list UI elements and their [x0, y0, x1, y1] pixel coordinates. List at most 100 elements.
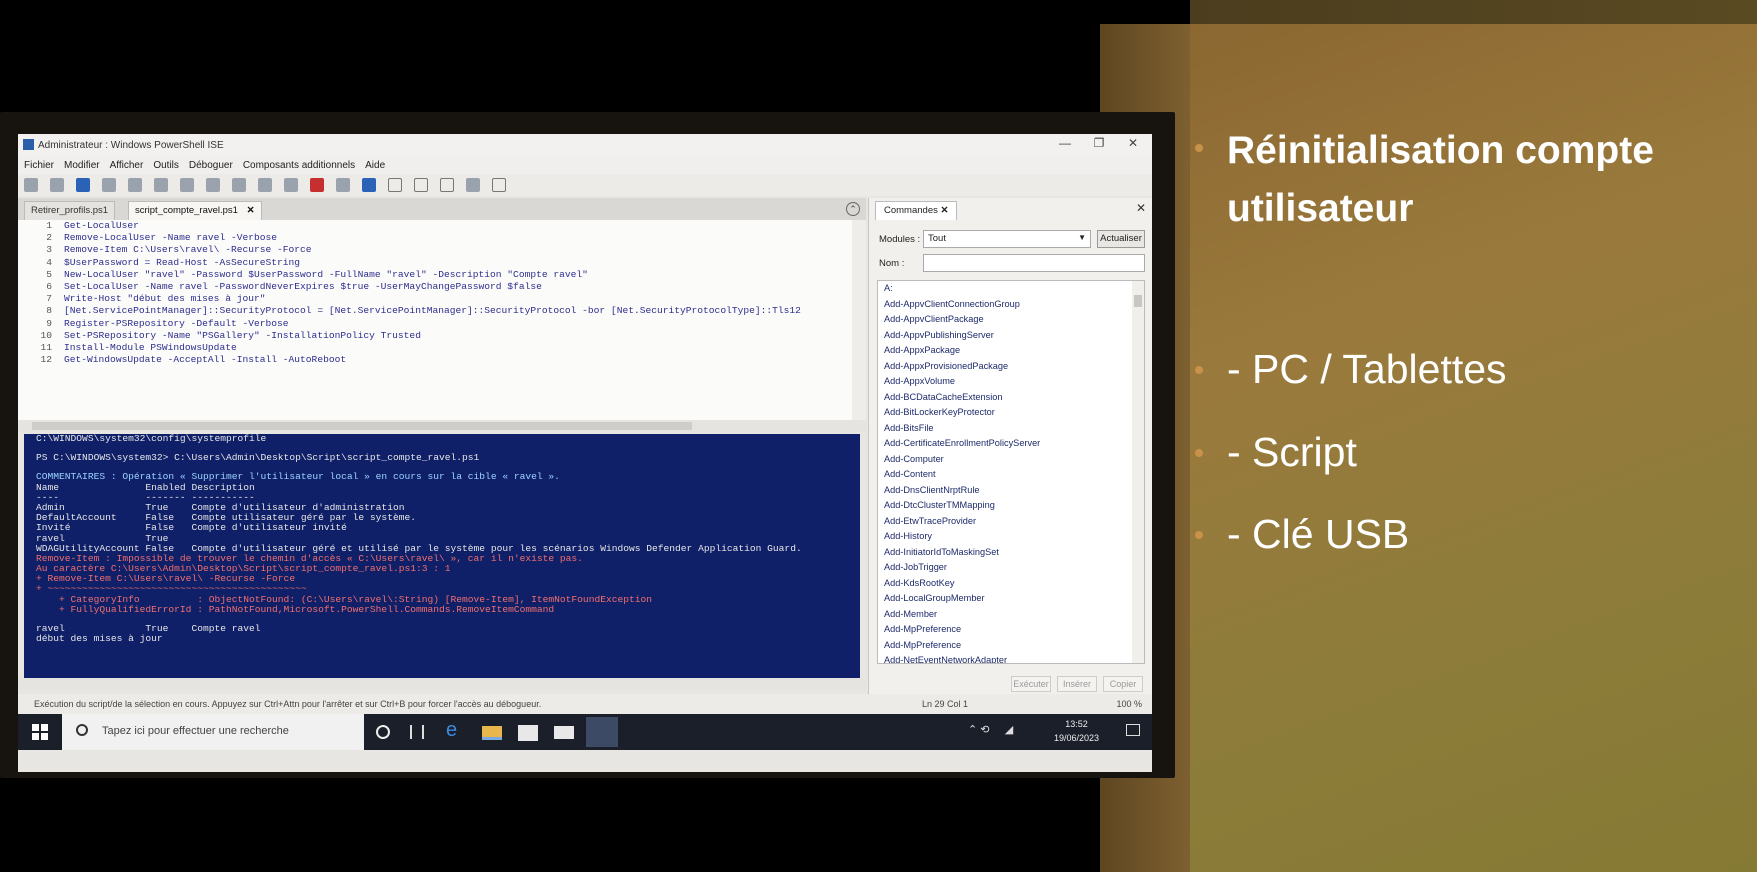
store-icon[interactable]: [518, 725, 538, 741]
console-scrollbar[interactable]: [18, 678, 866, 690]
command-list-item[interactable]: Add-EtwTraceProvider: [878, 514, 1144, 530]
modules-select[interactable]: Tout ▼: [923, 230, 1091, 248]
command-list-item[interactable]: Add-DnsClientNrptRule: [878, 483, 1144, 499]
copy-icon[interactable]: [128, 178, 142, 192]
command-list-item[interactable]: Add-InitiatorIdToMaskingSet: [878, 545, 1144, 561]
command-list-item[interactable]: Add-BCDataCacheExtension: [878, 390, 1144, 406]
command-list-item[interactable]: Add-KdsRootKey: [878, 576, 1144, 592]
command-list-item[interactable]: Add-Content: [878, 467, 1144, 483]
command-list-item[interactable]: Add-AppvClientPackage: [878, 312, 1144, 328]
menu-composants[interactable]: Composants additionnels: [243, 160, 355, 171]
close-icon[interactable]: ✕: [247, 205, 255, 216]
command-list-item[interactable]: Add-AppvClientConnectionGroup: [878, 297, 1144, 313]
scrollbar-thumb[interactable]: [1134, 295, 1142, 307]
editor-line[interactable]: 2 Remove-LocalUser -Name ravel -Verbose: [18, 232, 865, 244]
close-window-button[interactable]: ✕: [1116, 136, 1150, 150]
copy-button[interactable]: Copier: [1103, 676, 1143, 692]
clear-icon[interactable]: [180, 178, 194, 192]
tab-commandes[interactable]: Commandes ✕: [875, 201, 958, 220]
editor-line[interactable]: 6 Set-LocalUser -Name ravel -PasswordNeve…: [18, 281, 865, 293]
command-list-item[interactable]: Add-Member: [878, 607, 1144, 623]
new-file-icon[interactable]: [24, 178, 38, 192]
close-icon[interactable]: ✕: [941, 205, 949, 216]
command-list-item[interactable]: Add-AppxPackage: [878, 343, 1144, 359]
layout-max-icon[interactable]: [440, 178, 454, 192]
editor-line[interactable]: 5 New-LocalUser "ravel" -Password $UserPa…: [18, 269, 865, 281]
stop-icon[interactable]: [310, 178, 324, 192]
scrollbar-thumb[interactable]: [32, 422, 692, 430]
undo-icon[interactable]: [206, 178, 220, 192]
menu-afficher[interactable]: Afficher: [110, 160, 144, 171]
editor-line[interactable]: 12 Get-WindowsUpdate -AcceptAll -Install …: [18, 354, 865, 366]
editor-line[interactable]: 11 Install-Module PSWindowsUpdate: [18, 342, 865, 354]
menu-outils[interactable]: Outils: [153, 160, 179, 171]
refresh-button[interactable]: Actualiser: [1097, 230, 1145, 248]
system-tray-icons[interactable]: ⌃ ⟲ ◢: [968, 723, 1013, 736]
menu-deboguer[interactable]: Déboguer: [189, 160, 233, 171]
command-list-item[interactable]: Add-AppxProvisionedPackage: [878, 359, 1144, 375]
command-list-item[interactable]: Add-BitLockerKeyProtector: [878, 405, 1144, 421]
script-editor[interactable]: 1 Get-LocalUser 2 Remove-LocalUser -Name ra…: [18, 220, 866, 420]
editor-horizontal-scrollbar[interactable]: [18, 420, 866, 432]
windows-start-icon[interactable]: [32, 724, 48, 740]
layout-top-icon[interactable]: [388, 178, 402, 192]
taskbar-search[interactable]: Tapez ici pour effectuer une recherche: [62, 714, 364, 750]
save-icon[interactable]: [76, 178, 90, 192]
mail-icon[interactable]: [554, 726, 574, 739]
task-view-icon[interactable]: [410, 725, 424, 739]
command-list-item[interactable]: Add-MpPreference: [878, 638, 1144, 654]
redo-icon[interactable]: [232, 178, 246, 192]
editor-line[interactable]: 3 Remove-Item C:\Users\ravel\ -Recurse -F…: [18, 244, 865, 256]
command-list-item[interactable]: Add-Computer: [878, 452, 1144, 468]
editor-line[interactable]: 8 [Net.ServicePointManager]::SecurityProt…: [18, 305, 865, 317]
paste-icon[interactable]: [154, 178, 168, 192]
editor-vertical-scrollbar[interactable]: [852, 220, 866, 420]
command-list-item[interactable]: Add-DtcClusterTMMapping: [878, 498, 1144, 514]
show-commands-icon[interactable]: [492, 178, 506, 192]
commands-list-scrollbar[interactable]: [1132, 281, 1144, 663]
command-list-item[interactable]: Add-AppvPublishingServer: [878, 328, 1144, 344]
cut-icon[interactable]: [102, 178, 116, 192]
layout-right-icon[interactable]: [414, 178, 428, 192]
menu-fichier[interactable]: Fichier: [24, 160, 54, 171]
editor-line[interactable]: 7 Write-Host "début des mises à jour": [18, 293, 865, 305]
command-list-item[interactable]: Add-AppxVolume: [878, 374, 1144, 390]
editor-line[interactable]: 1 Get-LocalUser: [18, 220, 865, 232]
edge-icon[interactable]: e: [446, 719, 466, 741]
file-explorer-icon[interactable]: [482, 726, 502, 740]
run-icon[interactable]: [258, 178, 272, 192]
command-list-item[interactable]: Add-BitsFile: [878, 421, 1144, 437]
zoom-level[interactable]: 100 %: [1116, 699, 1142, 709]
editor-line[interactable]: 9 Register-PSRepository -Default -Verbose: [18, 318, 865, 330]
show-addons-icon[interactable]: [466, 178, 480, 192]
tab-script-compte-ravel[interactable]: script_compte_ravel.ps1 ✕: [128, 201, 262, 220]
run-selection-icon[interactable]: [284, 178, 298, 192]
commands-list[interactable]: A: Add-AppvClientConnectionGroup Add-AppvC…: [877, 280, 1145, 664]
editor-line[interactable]: 10 Set-PSRepository -Name "PSGallery" -In…: [18, 330, 865, 342]
close-pane-icon[interactable]: ✕: [1136, 201, 1146, 215]
maximize-button[interactable]: ❐: [1082, 136, 1116, 150]
open-file-icon[interactable]: [50, 178, 64, 192]
tab-retirer-profils[interactable]: Retirer_profils.ps1: [24, 201, 116, 220]
notification-icon[interactable]: [1126, 724, 1140, 736]
command-list-item[interactable]: Add-NetEventNetworkAdapter: [878, 653, 1144, 663]
remote-icon[interactable]: [336, 178, 350, 192]
editor-line[interactable]: 4 $UserPassword = Read-Host -AsSecureStri…: [18, 257, 865, 269]
console-pane[interactable]: C:\WINDOWS\system32\config\systemprofile…: [24, 434, 860, 678]
command-list-item[interactable]: Add-JobTrigger: [878, 560, 1144, 576]
powershell-taskbar-icon[interactable]: [586, 717, 618, 747]
command-list-item[interactable]: Add-MpPreference: [878, 622, 1144, 638]
console-icon[interactable]: [362, 178, 376, 192]
run-button[interactable]: Exécuter: [1011, 676, 1051, 692]
clock[interactable]: 13:52 19/06/2023: [1054, 717, 1099, 745]
cortana-icon[interactable]: [376, 725, 390, 739]
command-list-item[interactable]: Add-History: [878, 529, 1144, 545]
menu-modifier[interactable]: Modifier: [64, 160, 100, 171]
insert-button[interactable]: Insérer: [1057, 676, 1097, 692]
command-list-item[interactable]: A:: [878, 281, 1144, 297]
command-list-item[interactable]: Add-LocalGroupMember: [878, 591, 1144, 607]
name-input[interactable]: [923, 254, 1145, 272]
command-list-item[interactable]: Add-CertificateEnrollmentPolicyServer: [878, 436, 1144, 452]
collapse-script-icon[interactable]: ⌃: [846, 202, 860, 216]
menu-aide[interactable]: Aide: [365, 160, 385, 171]
